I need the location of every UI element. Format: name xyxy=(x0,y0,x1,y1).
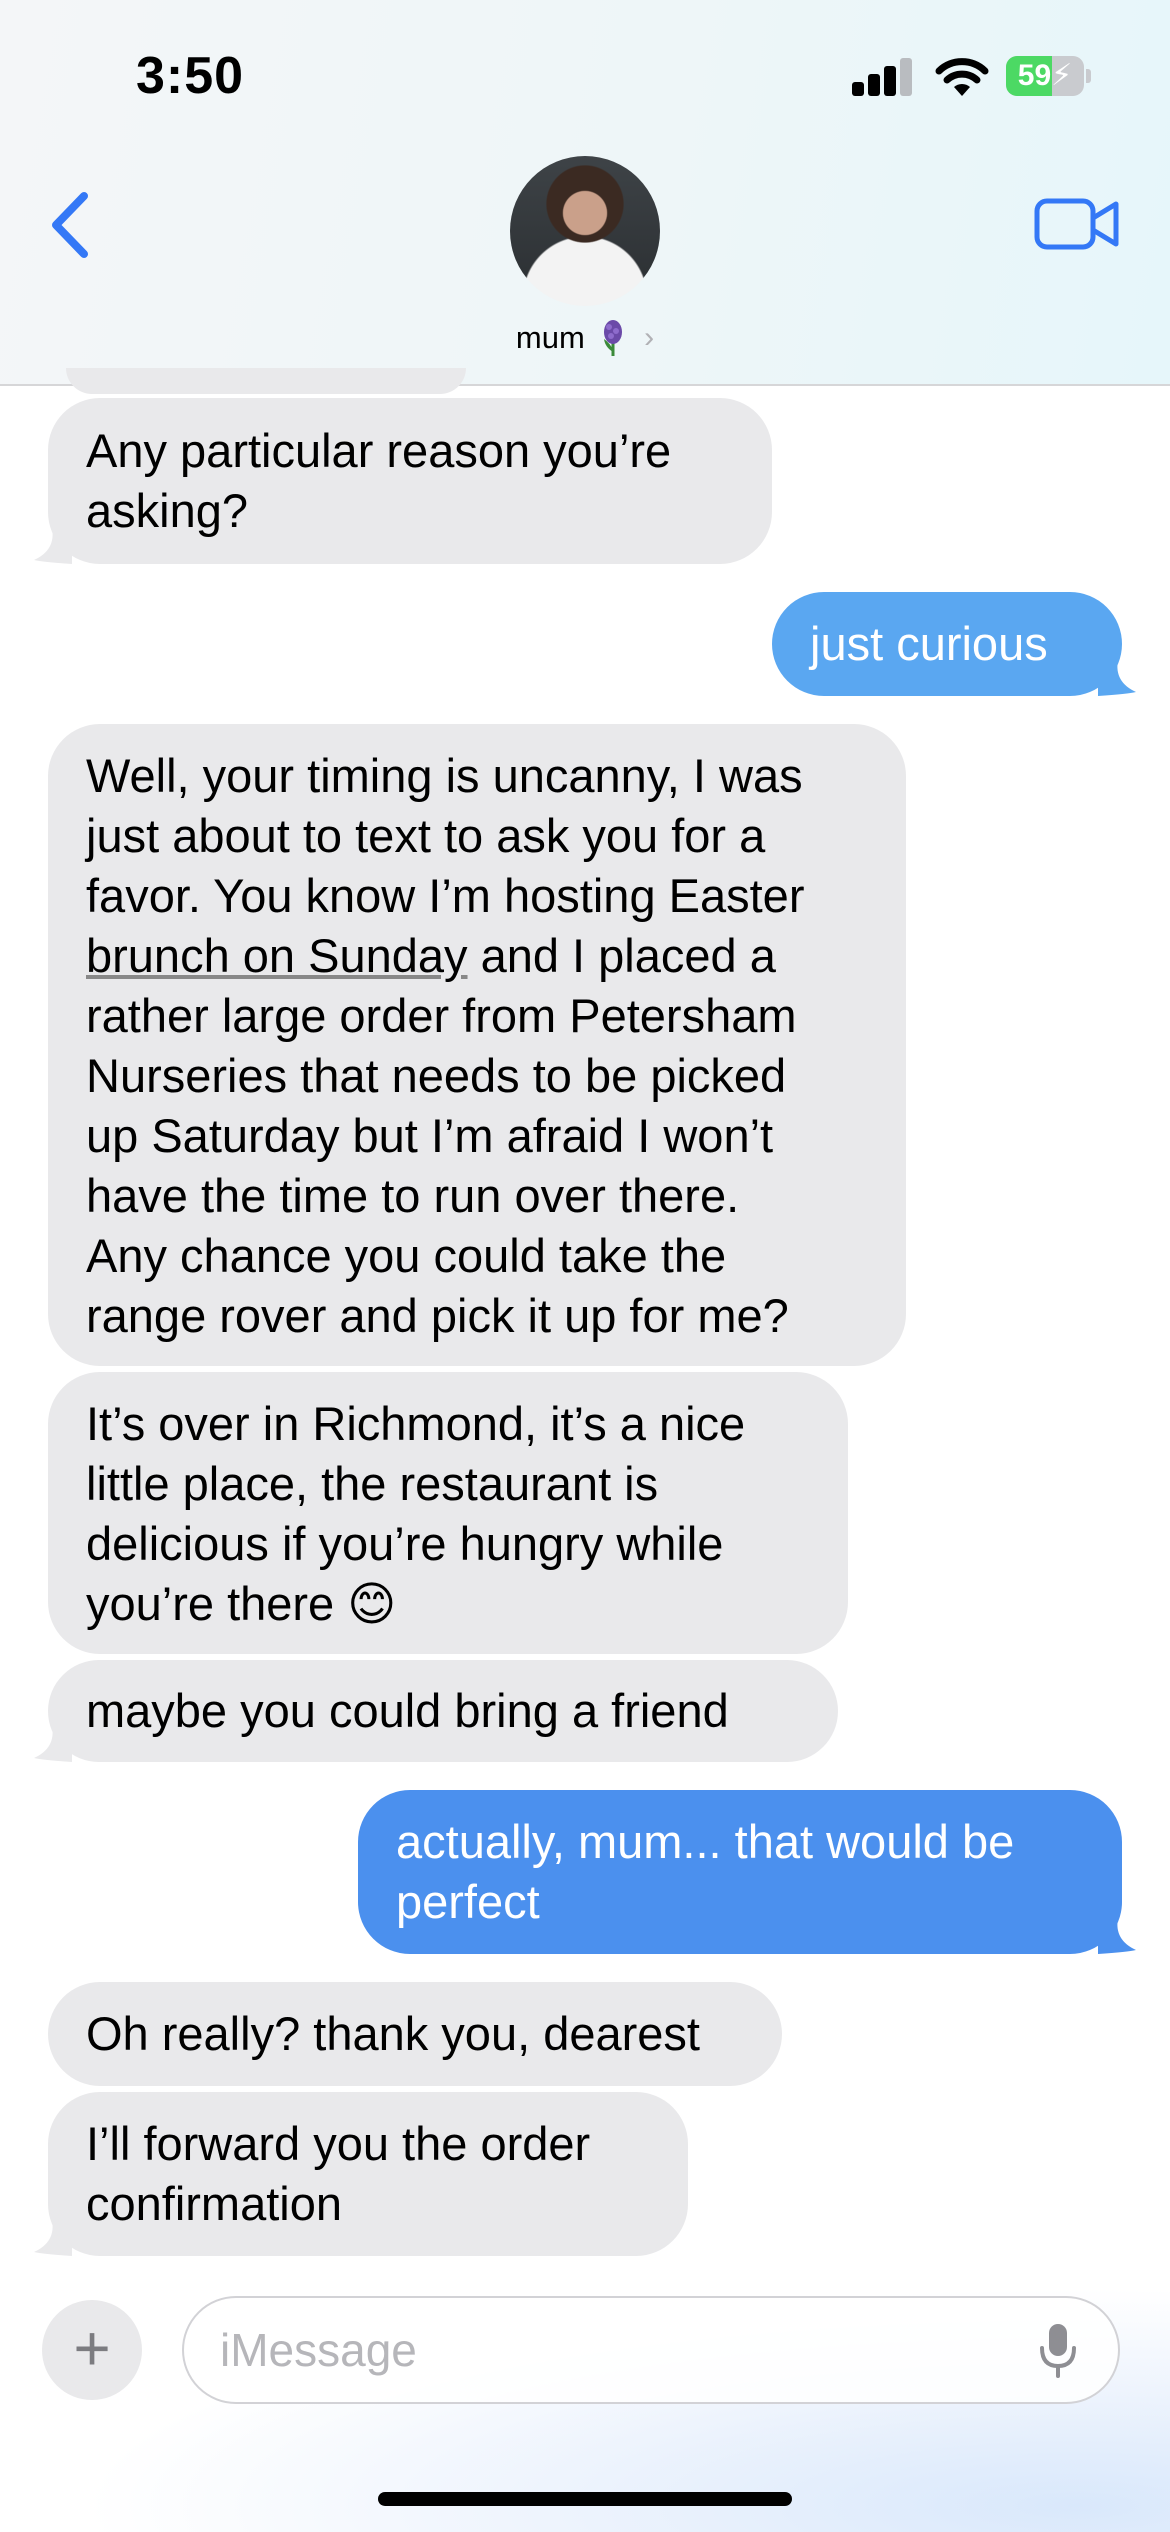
message-line: Nurseries that needs to be picked xyxy=(86,1049,787,1102)
message-line: confirmation xyxy=(86,2177,342,2230)
message-line-rest: and I placed a xyxy=(467,929,776,982)
back-button[interactable] xyxy=(46,190,96,260)
message-bubble-incoming[interactable]: Well, your timing is uncanny, I was just… xyxy=(48,724,906,1366)
microphone-icon[interactable] xyxy=(1038,2322,1078,2380)
date-link[interactable]: brunch on Sunday xyxy=(86,929,468,982)
message-bubble-incoming[interactable]: maybe you could bring a friend xyxy=(48,1660,838,1762)
message-bubble-incoming[interactable]: It’s over in Richmond, it’s a nice littl… xyxy=(48,1372,848,1654)
message-line: little place, the restaurant is xyxy=(86,1457,659,1510)
plus-icon: + xyxy=(73,2312,111,2384)
message-line: just about to text to ask you for a xyxy=(86,809,766,862)
bubble-tail xyxy=(1098,660,1136,696)
message-bubble-incoming[interactable]: Oh really? thank you, dearest xyxy=(48,1982,782,2086)
message-line: up Saturday but I’m afraid I won’t xyxy=(86,1109,774,1162)
message-line: Any chance you could take the xyxy=(86,1229,727,1282)
chevron-left-icon xyxy=(52,192,88,258)
message-line: Oh really? thank you, dearest xyxy=(86,2007,700,2060)
message-bubble-incoming[interactable]: Any particular reason you’re asking? xyxy=(48,398,772,564)
contact-name: mum xyxy=(515,319,585,355)
message-line: It’s over in Richmond, it’s a nice xyxy=(86,1397,746,1450)
video-call-button[interactable] xyxy=(1034,196,1120,252)
cellular-signal-icon xyxy=(852,56,912,96)
input-placeholder: iMessage xyxy=(220,2324,417,2376)
message-line: asking? xyxy=(86,484,248,537)
message-line: you’re there 😊 xyxy=(86,1577,397,1630)
status-time: 3:50 xyxy=(136,47,245,105)
bubble-tail xyxy=(34,1726,72,1762)
message-line: actually, mum... that would be xyxy=(396,1815,1015,1868)
hyacinth-flower-icon xyxy=(604,319,623,356)
message-line: Well, your timing is uncanny, I was xyxy=(86,749,803,802)
message-bubble-outgoing[interactable]: just curious xyxy=(772,592,1122,696)
message-line: brunch on Sunday and I placed a xyxy=(86,926,868,986)
message-line: perfect xyxy=(396,1875,540,1928)
contact-avatar[interactable] xyxy=(510,156,660,306)
message-line: have the time to run over there. xyxy=(86,1169,740,1222)
message-bubble-incoming[interactable]: I’ll forward you the order confirmation xyxy=(48,2092,688,2256)
message-line: just curious xyxy=(810,617,1048,670)
charging-bolt-icon: ⚡ xyxy=(1051,59,1073,92)
wifi-icon xyxy=(935,58,989,96)
conversation-header: 3:50 59⚡ mum › xyxy=(0,0,1170,386)
contact-name-button[interactable]: mum › xyxy=(0,318,1170,364)
apps-plus-button[interactable]: + xyxy=(42,2300,142,2400)
bubble-tail xyxy=(34,528,72,564)
message-line: delicious if you’re hungry while xyxy=(86,1517,724,1570)
message-line: maybe you could bring a friend xyxy=(86,1684,729,1737)
video-camera-icon xyxy=(1034,198,1119,250)
bubble-tail xyxy=(1098,1918,1136,1954)
message-line: rather large order from Petersham xyxy=(86,989,797,1042)
battery-indicator: 59⚡ xyxy=(1006,56,1092,96)
home-indicator[interactable] xyxy=(378,2492,792,2506)
imessage-input[interactable]: iMessage xyxy=(182,2296,1120,2404)
bubble-tail xyxy=(34,2220,72,2256)
previous-message-bubble xyxy=(66,368,466,394)
message-line: range rover and pick it up for me? xyxy=(86,1289,789,1342)
message-bubble-outgoing[interactable]: actually, mum... that would be perfect xyxy=(358,1790,1122,1954)
message-line: I’ll forward you the order xyxy=(86,2117,591,2170)
message-line: favor. You know I’m hosting Easter xyxy=(86,869,805,922)
chevron-right-icon: › xyxy=(644,320,655,354)
battery-percentage: 59 xyxy=(1017,59,1052,92)
message-line: Any particular reason you’re xyxy=(86,424,672,477)
